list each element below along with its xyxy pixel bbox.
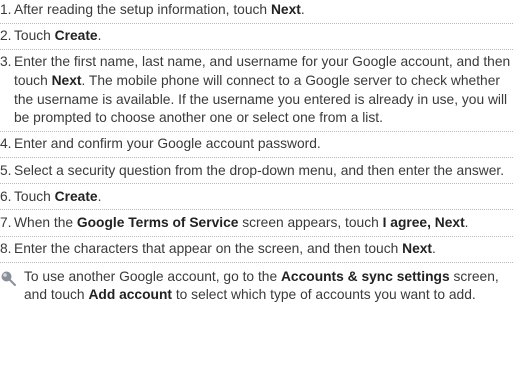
- note-text: to select which type of accounts you wan…: [172, 287, 476, 303]
- step-number: 8.: [0, 241, 12, 257]
- step-text: Touch: [14, 28, 55, 44]
- step-number: 5.: [0, 162, 12, 178]
- step-number: 4.: [0, 136, 12, 152]
- step-item: 1. After reading the setup information, t…: [0, 1, 513, 24]
- setup-instructions: 1. After reading the setup information, t…: [0, 0, 517, 305]
- step-number: 6.: [0, 188, 12, 204]
- step-number: 2.: [0, 28, 12, 44]
- step-text: .: [432, 241, 436, 257]
- step-text: Enter and confirm your Google account pa…: [14, 136, 321, 152]
- step-emphasis-text: I agree, Next: [382, 214, 465, 230]
- step-text: .: [300, 2, 305, 17]
- tip-note-text: To use another Google account, go to the…: [24, 269, 499, 303]
- step-item: 8. Enter the characters that appear on th…: [0, 240, 513, 263]
- note-emphasis-text: Accounts & sync settings: [280, 268, 450, 284]
- step-text: When the: [14, 214, 77, 230]
- step-number: 3.: [0, 54, 12, 70]
- step-emphasis-text: Next: [402, 241, 433, 257]
- step-item: 5. Select a security question from the dr…: [0, 162, 513, 185]
- step-emphasis-text: Next: [51, 72, 82, 88]
- step-text: Touch: [14, 188, 55, 204]
- tip-note: To use another Google account, go to the…: [0, 268, 513, 305]
- step-text: Enter the characters that appear on the …: [14, 241, 403, 257]
- step-item: 7. When the Google Terms of Service scree…: [0, 214, 513, 237]
- note-emphasis-text: Add account: [88, 287, 172, 303]
- step-emphasis-text: Google Terms of Service: [76, 214, 239, 230]
- step-text: . The mobile phone will connect to a Goo…: [14, 72, 508, 126]
- step-text: .: [464, 214, 469, 230]
- step-number: 7.: [0, 214, 12, 230]
- step-text: screen appears, touch: [238, 214, 383, 230]
- step-item: 2. Touch Create.: [0, 27, 513, 50]
- tip-pin-icon: [1, 271, 16, 286]
- step-emphasis-text: Create: [54, 28, 98, 44]
- step-text: .: [97, 28, 102, 44]
- step-emphasis-text: Create: [54, 188, 98, 204]
- step-item: 6. Touch Create.: [0, 188, 513, 211]
- note-text: To use another Google account, go to the: [24, 268, 281, 284]
- step-text: After reading the setup information, tou…: [14, 2, 271, 17]
- step-number: 1.: [0, 2, 12, 17]
- step-item: 4. Enter and confirm your Google account …: [0, 135, 513, 158]
- step-text: Select a security question from the drop…: [14, 162, 505, 178]
- step-item: 3. Enter the first name, last name, and u…: [0, 53, 513, 132]
- step-text: .: [97, 188, 102, 204]
- step-emphasis-text: Next: [270, 2, 301, 17]
- steps-list: 1. After reading the setup information, t…: [0, 1, 513, 263]
